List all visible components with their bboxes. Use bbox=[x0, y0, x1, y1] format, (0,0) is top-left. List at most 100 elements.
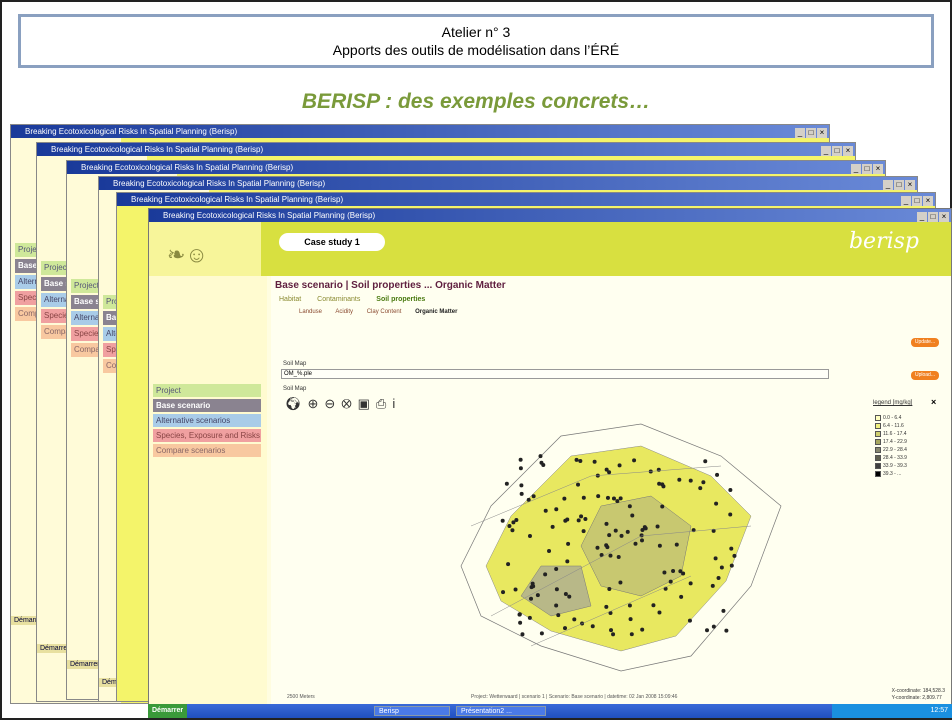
legend-close-icon[interactable]: × bbox=[931, 397, 936, 407]
sample-point bbox=[616, 554, 621, 559]
nav-project[interactable]: Project bbox=[153, 384, 261, 397]
subtab-clay[interactable]: Clay Content bbox=[367, 309, 402, 315]
pan-icon[interactable]: ⭙ bbox=[341, 396, 357, 411]
task-presentation[interactable]: Présentation2 ... bbox=[456, 706, 546, 716]
sample-point bbox=[657, 543, 662, 548]
sample-point bbox=[565, 517, 570, 522]
sample-point bbox=[651, 603, 656, 608]
sample-point bbox=[639, 538, 644, 543]
sample-point bbox=[556, 613, 561, 618]
sample-point bbox=[595, 545, 600, 550]
sample-point bbox=[715, 472, 720, 477]
sample-point bbox=[674, 542, 679, 547]
zoom-out-icon[interactable]: ⊖ bbox=[324, 396, 341, 411]
globe-icon[interactable]: 🌍︎ bbox=[285, 396, 308, 411]
sample-point bbox=[628, 617, 633, 622]
close-button[interactable]: × bbox=[905, 180, 915, 190]
print-icon[interactable]: ⎙ bbox=[376, 396, 392, 411]
sample-point bbox=[531, 494, 536, 499]
minimize-button[interactable]: _ bbox=[917, 212, 927, 222]
sample-point bbox=[567, 594, 572, 599]
legend-item: 11.6 - 17.4 bbox=[875, 430, 907, 438]
legend-item: 33.9 - 39.3 bbox=[875, 462, 907, 470]
close-button[interactable]: × bbox=[873, 164, 883, 174]
zoom-in-icon[interactable]: ⊕ bbox=[308, 396, 325, 411]
nav-compare[interactable]: Compare scenarios bbox=[153, 444, 261, 457]
sample-point bbox=[729, 563, 734, 568]
sample-point bbox=[668, 579, 673, 584]
window-title: Breaking Ecotoxicological Risks In Spati… bbox=[131, 195, 344, 204]
sample-point bbox=[519, 491, 524, 496]
main-panel: Base scenario | Soil properties ... Orga… bbox=[271, 276, 951, 715]
berisp-main-window[interactable]: Breaking Ecotoxicological Risks In Spati… bbox=[148, 208, 952, 716]
maximize-button[interactable]: □ bbox=[894, 180, 904, 190]
maximize-button[interactable]: □ bbox=[862, 164, 872, 174]
sample-point bbox=[519, 483, 524, 488]
upload-button[interactable]: Upload... bbox=[911, 371, 939, 380]
legend-item: 28.4 - 33.9 bbox=[875, 454, 907, 462]
case-study-button[interactable]: Case study 1 bbox=[279, 233, 385, 251]
subtab-organic-matter[interactable]: Organic Matter bbox=[415, 309, 457, 315]
soil-map[interactable] bbox=[391, 416, 831, 676]
task-berisp[interactable]: Berisp bbox=[374, 706, 450, 716]
sample-point bbox=[590, 624, 595, 629]
close-button[interactable]: × bbox=[923, 196, 933, 206]
breadcrumb: Base scenario | Soil properties ... Orga… bbox=[275, 280, 506, 291]
minimize-button[interactable]: _ bbox=[821, 146, 831, 156]
sample-point bbox=[518, 457, 523, 462]
soil-map-field[interactable]: OM_%.ple bbox=[281, 369, 829, 379]
sample-point bbox=[550, 524, 555, 529]
start-button[interactable]: Démarrer bbox=[148, 704, 188, 718]
sample-point bbox=[511, 520, 516, 525]
sample-point bbox=[566, 541, 571, 546]
sample-point bbox=[604, 521, 609, 526]
sample-point bbox=[607, 586, 612, 591]
sample-point bbox=[581, 529, 586, 534]
sample-point bbox=[657, 481, 662, 486]
sample-point bbox=[671, 569, 676, 574]
minimize-button[interactable]: _ bbox=[883, 180, 893, 190]
maximize-button[interactable]: □ bbox=[806, 128, 816, 138]
banner-left: ❧☺ bbox=[149, 222, 261, 276]
sample-point bbox=[711, 624, 716, 629]
close-button[interactable]: × bbox=[817, 128, 827, 138]
legend-title: legend [mg/kg] bbox=[873, 400, 913, 406]
sample-point bbox=[714, 501, 719, 506]
nav-base-scenario[interactable]: Base scenario bbox=[153, 399, 261, 412]
sample-point bbox=[660, 504, 665, 509]
sample-point bbox=[604, 543, 609, 548]
sample-point bbox=[563, 591, 568, 596]
sample-point bbox=[705, 628, 710, 633]
sample-point bbox=[539, 460, 544, 465]
minimize-button[interactable]: _ bbox=[901, 196, 911, 206]
sample-point bbox=[563, 626, 568, 631]
subtab-acidity[interactable]: Acidity bbox=[335, 309, 353, 315]
sample-point bbox=[538, 454, 543, 459]
sample-point bbox=[629, 632, 634, 637]
window-title: Breaking Ecotoxicological Risks In Spati… bbox=[25, 127, 238, 136]
sample-point bbox=[618, 580, 623, 585]
sample-point bbox=[527, 533, 532, 538]
sample-point bbox=[687, 618, 692, 623]
sample-point bbox=[562, 496, 567, 501]
close-button[interactable]: × bbox=[939, 212, 949, 222]
sample-point bbox=[611, 632, 616, 637]
minimize-button[interactable]: _ bbox=[795, 128, 805, 138]
maximize-button[interactable]: □ bbox=[928, 212, 938, 222]
close-button[interactable]: × bbox=[843, 146, 853, 156]
update-button[interactable]: Update... bbox=[911, 338, 939, 347]
nav-species[interactable]: Species, Exposure and Risks bbox=[153, 429, 261, 442]
tab-contaminants[interactable]: Contaminants bbox=[317, 296, 360, 303]
info-icon[interactable]: i bbox=[392, 396, 401, 411]
minimize-button[interactable]: _ bbox=[851, 164, 861, 174]
subtab-landuse[interactable]: Landuse bbox=[299, 309, 322, 315]
save-icon[interactable]: ▣ bbox=[358, 396, 376, 411]
tab-soil-properties[interactable]: Soil properties bbox=[376, 296, 425, 303]
maximize-button[interactable]: □ bbox=[912, 196, 922, 206]
maximize-button[interactable]: □ bbox=[832, 146, 842, 156]
sample-point bbox=[517, 612, 522, 617]
sample-point bbox=[572, 617, 577, 622]
sample-point bbox=[732, 553, 737, 558]
nav-alternative[interactable]: Alternative scenarios bbox=[153, 414, 261, 427]
tab-habitat[interactable]: Habitat bbox=[279, 296, 301, 303]
